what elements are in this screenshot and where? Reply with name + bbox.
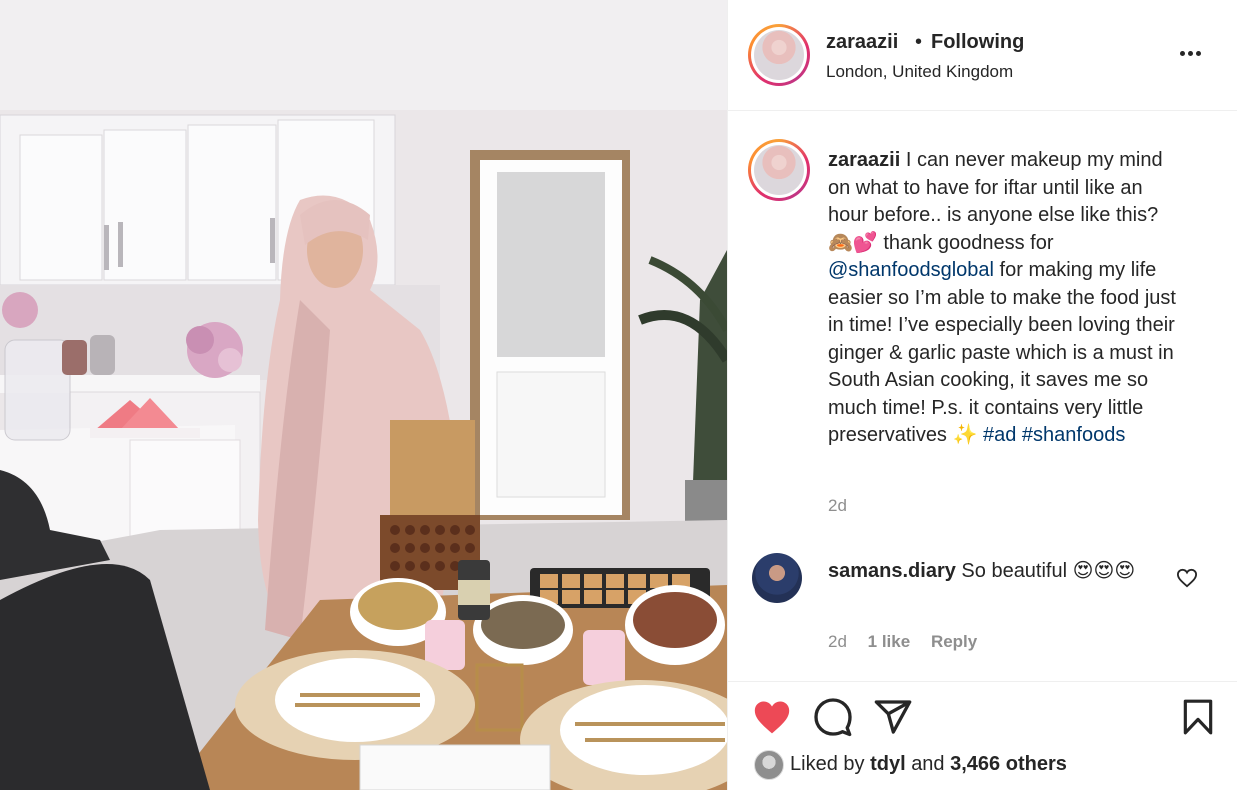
hashtag-ad-link[interactable]: #ad — [983, 424, 1016, 446]
caption-body-part2: for making my life easier so I’m able to… — [828, 259, 1176, 446]
action-bar — [728, 695, 1237, 741]
comment-like-heart-icon[interactable] — [1176, 568, 1198, 588]
commenter-avatar[interactable] — [752, 553, 802, 603]
post-header: zaraazii • Following London, United King… — [728, 0, 1237, 111]
kitchen-photo-illustration — [0, 0, 727, 790]
heart-filled-icon[interactable] — [750, 695, 794, 739]
likes-summary: Liked by tdyl and 3,466 others — [728, 748, 1237, 782]
likes-and-label: and — [911, 753, 945, 775]
author-avatar[interactable] — [748, 24, 810, 86]
reply-button[interactable]: Reply — [931, 632, 977, 651]
separator-dot: • — [915, 31, 923, 53]
author-username[interactable]: zaraazii — [826, 31, 898, 54]
bookmark-icon[interactable] — [1176, 695, 1220, 739]
comment-bubble-icon[interactable] — [811, 695, 855, 739]
commenter-username[interactable]: samans.diary — [828, 560, 956, 582]
comment-likes-count[interactable]: 1 like — [868, 632, 911, 651]
mention-link[interactable]: @shanfoodsglobal — [828, 259, 994, 281]
post-side-panel: zaraazii • Following London, United King… — [727, 0, 1237, 790]
liker-avatar[interactable] — [754, 750, 784, 780]
caption-username[interactable]: zaraazii — [828, 149, 900, 171]
comment-body: So beautiful 😍😍😍 — [961, 560, 1136, 582]
comment-text: samans.diary So beautiful 😍😍😍 — [828, 558, 1158, 585]
caption-timestamp[interactable]: 2d — [828, 496, 847, 516]
post-photo[interactable] — [0, 0, 727, 790]
following-button[interactable]: Following — [931, 31, 1024, 54]
actions-divider — [728, 681, 1237, 682]
liker-username[interactable]: tdyl — [870, 753, 906, 775]
others-count-link[interactable]: 3,466 others — [950, 753, 1067, 775]
hashtag-shanfoods-link[interactable]: #shanfoods — [1022, 424, 1125, 446]
likes-text: Liked by tdyl and 3,466 others — [790, 753, 1067, 776]
paper-plane-icon[interactable] — [871, 695, 915, 739]
comment-meta: 2d 1 like Reply — [828, 632, 993, 652]
post-location[interactable]: London, United Kingdom — [826, 62, 1013, 82]
comment-timestamp[interactable]: 2d — [828, 632, 847, 651]
liked-by-label: Liked by — [790, 753, 865, 775]
more-dots-icon[interactable] — [1180, 43, 1220, 67]
caption-author-avatar[interactable] — [748, 139, 810, 201]
caption-text: zaraazii I can never makeup my mind on w… — [828, 147, 1188, 450]
